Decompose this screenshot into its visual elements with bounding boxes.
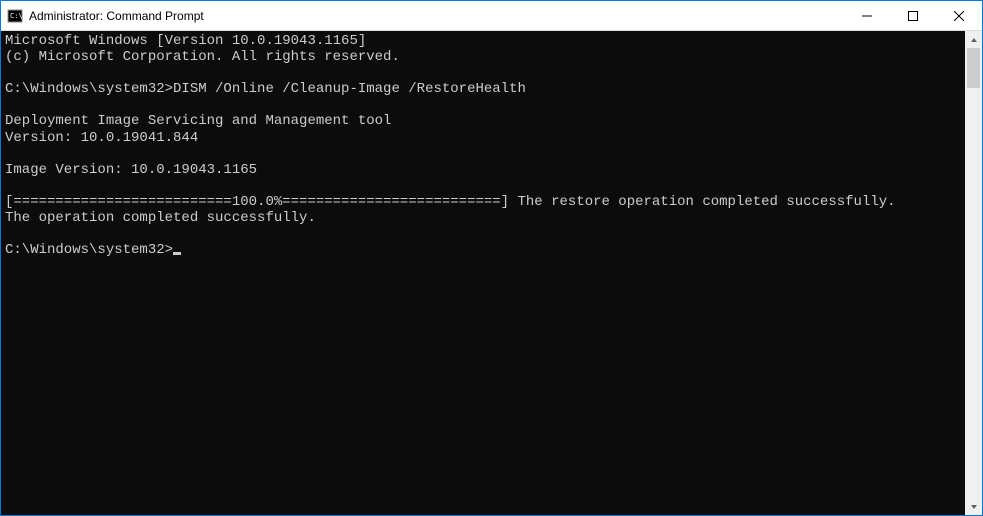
terminal-line: Version: 10.0.19041.844	[5, 130, 198, 146]
scrollbar-track[interactable]	[965, 48, 982, 498]
command-prompt-window: C:\ Administrator: Command Prompt Micros…	[0, 0, 983, 516]
terminal-prompt: C:\Windows\system32>	[5, 242, 173, 258]
content-area: Microsoft Windows [Version 10.0.19043.11…	[1, 31, 982, 515]
chevron-down-icon	[970, 503, 978, 511]
scrollbar-thumb[interactable]	[967, 48, 980, 88]
scroll-down-button[interactable]	[965, 498, 982, 515]
window-title: Administrator: Command Prompt	[29, 9, 204, 23]
terminal-output[interactable]: Microsoft Windows [Version 10.0.19043.11…	[1, 31, 965, 515]
terminal-line: Image Version: 10.0.19043.1165	[5, 162, 257, 178]
maximize-button[interactable]	[890, 1, 936, 30]
close-icon	[954, 11, 964, 21]
terminal-line: C:\Windows\system32>DISM /Online /Cleanu…	[5, 81, 526, 97]
terminal-line: (c) Microsoft Corporation. All rights re…	[5, 49, 400, 65]
svg-text:C:\: C:\	[10, 12, 23, 20]
titlebar-left: C:\ Administrator: Command Prompt	[1, 8, 844, 24]
cmd-icon: C:\	[7, 8, 23, 24]
scroll-up-button[interactable]	[965, 31, 982, 48]
minimize-button[interactable]	[844, 1, 890, 30]
terminal-line: The operation completed successfully.	[5, 210, 316, 226]
terminal-line: [==========================100.0%=======…	[5, 194, 896, 210]
close-button[interactable]	[936, 1, 982, 30]
terminal-line: Microsoft Windows [Version 10.0.19043.11…	[5, 33, 366, 49]
chevron-up-icon	[970, 36, 978, 44]
vertical-scrollbar[interactable]	[965, 31, 982, 515]
titlebar[interactable]: C:\ Administrator: Command Prompt	[1, 1, 982, 31]
minimize-icon	[862, 11, 872, 21]
maximize-icon	[908, 11, 918, 21]
terminal-line: Deployment Image Servicing and Managemen…	[5, 113, 391, 129]
terminal-cursor	[173, 252, 181, 255]
window-controls	[844, 1, 982, 30]
